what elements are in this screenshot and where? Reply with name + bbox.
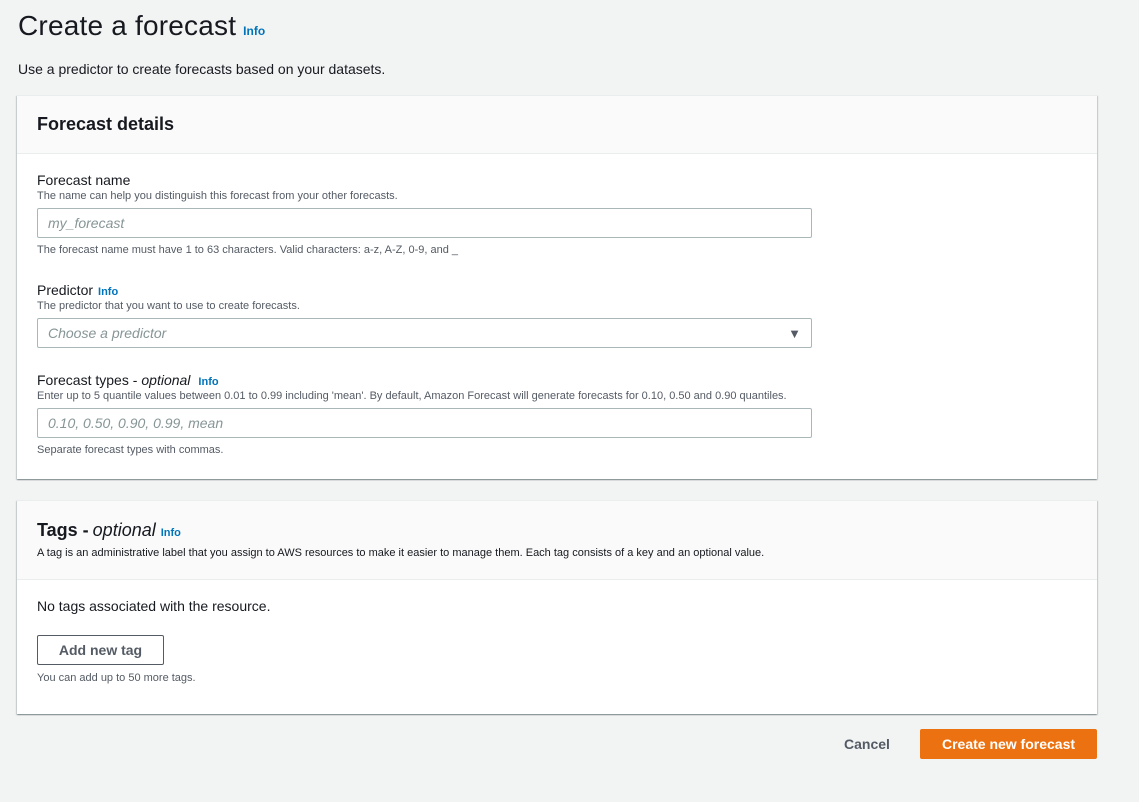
tags-title-row: Tags - optional Info <box>37 520 1077 541</box>
predictor-description: The predictor that you want to use to cr… <box>37 300 300 312</box>
page-title: Create a forecast <box>18 10 237 41</box>
tags-header: Tags - optional Info A tag is an adminis… <box>17 501 1097 580</box>
forecast-details-panel: Forecast details Forecast name The name … <box>17 95 1097 479</box>
forecast-types-label-text: Forecast types - <box>37 372 138 388</box>
forecast-name-input[interactable]: my_forecast <box>37 208 812 238</box>
forecast-details-header: Forecast details <box>17 96 1097 154</box>
tags-info-link[interactable]: Info <box>161 527 181 539</box>
tags-limit-text: You can add up to 50 more tags. <box>37 672 196 684</box>
forecast-types-field: Forecast types - optional Info Enter up … <box>37 372 812 456</box>
predictor-info-link[interactable]: Info <box>98 286 118 298</box>
forecast-name-constraint: The forecast name must have 1 to 63 char… <box>37 244 459 256</box>
predictor-label-text: Predictor <box>37 282 94 298</box>
forecast-types-constraint: Separate forecast types with commas. <box>37 444 224 456</box>
predictor-label: Predictor Info <box>37 282 812 298</box>
tags-panel: Tags - optional Info A tag is an adminis… <box>17 500 1097 714</box>
tags-optional: optional <box>92 520 156 540</box>
predictor-select[interactable]: Choose a predictor ▼ <box>37 318 812 348</box>
predictor-field: Predictor Info The predictor that you wa… <box>37 282 812 348</box>
forecast-name-placeholder: my_forecast <box>48 215 125 231</box>
forecast-name-label-text: Forecast name <box>37 172 131 188</box>
forecast-types-info-link[interactable]: Info <box>198 376 218 388</box>
page-title-row: Create a forecast Info <box>18 10 265 42</box>
forecast-types-placeholder: 0.10, 0.50, 0.90, 0.99, mean <box>48 415 224 431</box>
create-forecast-button[interactable]: Create new forecast <box>920 729 1097 759</box>
forecast-types-description: Enter up to 5 quantile values between 0.… <box>37 390 787 402</box>
tags-description: A tag is an administrative label that yo… <box>37 547 765 559</box>
forecast-name-description: The name can help you distinguish this f… <box>37 190 398 202</box>
tags-title: Tags - <box>37 520 89 540</box>
cancel-button[interactable]: Cancel <box>844 736 890 752</box>
forecast-types-optional: optional <box>141 372 191 388</box>
forecast-name-field: Forecast name The name can help you dist… <box>37 172 812 256</box>
predictor-placeholder: Choose a predictor <box>48 325 167 341</box>
add-new-tag-button[interactable]: Add new tag <box>37 635 164 665</box>
forecast-details-title: Forecast details <box>37 114 175 134</box>
page-info-link[interactable]: Info <box>243 24 265 38</box>
caret-down-icon: ▼ <box>788 325 801 341</box>
page-description: Use a predictor to create forecasts base… <box>18 61 386 77</box>
forecast-types-input[interactable]: 0.10, 0.50, 0.90, 0.99, mean <box>37 408 812 438</box>
forecast-name-label: Forecast name <box>37 172 812 188</box>
page-header: Create a forecast Info <box>18 10 265 42</box>
forecast-types-label: Forecast types - optional Info <box>37 372 812 388</box>
no-tags-text: No tags associated with the resource. <box>37 598 271 614</box>
